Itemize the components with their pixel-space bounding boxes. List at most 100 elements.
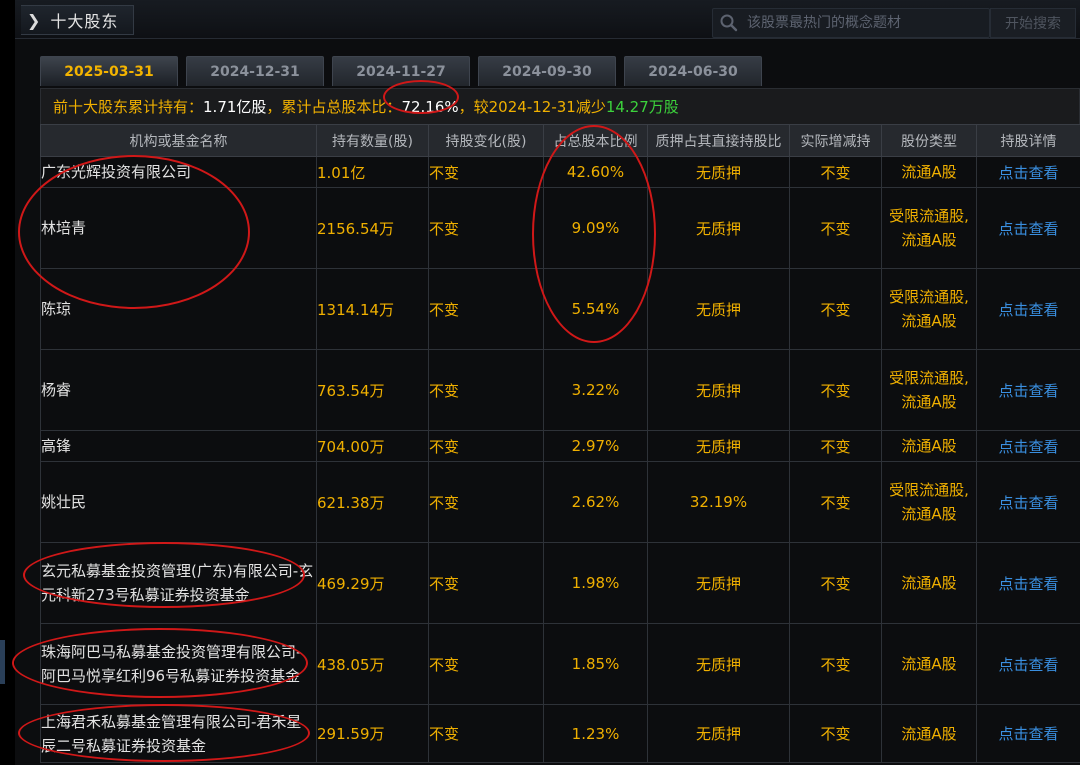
actual-change: 不变	[789, 623, 882, 705]
holder-name: 林培青	[40, 187, 317, 269]
share-ratio: 3.22%	[543, 349, 648, 431]
actual-change: 不变	[789, 268, 882, 350]
pledge-ratio: 无质押	[647, 542, 790, 624]
share-type: 流通A股	[881, 704, 977, 763]
table-row: 上海君禾私募基金管理有限公司-君禾星辰二号私募证券投资基金 291.59万 不变…	[40, 704, 1080, 763]
view-detail-link[interactable]: 点击查看	[976, 542, 1080, 624]
share-ratio: 1.23%	[543, 704, 648, 763]
holding-amount: 704.00万	[316, 430, 429, 462]
actual-change: 不变	[789, 542, 882, 624]
tab-2024-09-30[interactable]: 2024-09-30	[478, 56, 616, 86]
holder-name: 姚壮民	[40, 461, 317, 543]
holding-amount: 1.01亿	[316, 156, 429, 188]
chevron-right-icon: ❯	[27, 10, 41, 30]
view-detail-link[interactable]: 点击查看	[976, 430, 1080, 462]
view-detail-link[interactable]: 点击查看	[976, 349, 1080, 431]
holding-change: 不变	[428, 623, 544, 705]
share-type: 流通A股	[881, 156, 977, 188]
top-ten-shareholders-panel: ❯ 十大股东 开始搜索 2025-03-31 2024-12-31 2024-1…	[15, 0, 1080, 765]
concept-search-box	[712, 8, 990, 38]
pledge-ratio: 32.19%	[647, 461, 790, 543]
holding-change: 不变	[428, 187, 544, 269]
search-icon	[720, 14, 738, 32]
holding-amount: 763.54万	[316, 349, 429, 431]
pledge-ratio: 无质押	[647, 430, 790, 462]
holding-amount: 469.29万	[316, 542, 429, 624]
col-header-amount[interactable]: 持有数量(股)	[316, 124, 429, 157]
holding-change: 不变	[428, 349, 544, 431]
actual-change: 不变	[789, 430, 882, 462]
table-row: 陈琼 1314.14万 不变 5.54% 无质押 不变 受限流通股,流通A股 点…	[40, 268, 1080, 350]
holding-change: 不变	[428, 430, 544, 462]
actual-change: 不变	[789, 156, 882, 188]
view-detail-link[interactable]: 点击查看	[976, 461, 1080, 543]
col-header-name[interactable]: 机构或基金名称	[40, 124, 317, 157]
holder-name: 杨睿	[40, 349, 317, 431]
col-header-detail[interactable]: 持股详情	[976, 124, 1080, 157]
share-ratio: 42.60%	[543, 156, 648, 188]
view-detail-link[interactable]: 点击查看	[976, 623, 1080, 705]
summary-label-compare: ，较2024-12-31减少	[458, 98, 606, 116]
holding-change: 不变	[428, 461, 544, 543]
tab-2024-12-31[interactable]: 2024-12-31	[186, 56, 324, 86]
view-detail-link[interactable]: 点击查看	[976, 268, 1080, 350]
holder-name: 珠海阿巴马私募基金投资管理有限公司-阿巴马悦享红利96号私募证券投资基金	[40, 623, 317, 705]
view-detail-link[interactable]: 点击查看	[976, 187, 1080, 269]
pledge-ratio: 无质押	[647, 156, 790, 188]
summary-label-total: 前十大股东累计持有：	[53, 98, 204, 116]
pledge-ratio: 无质押	[647, 268, 790, 350]
table-row: 高锋 704.00万 不变 2.97% 无质押 不变 流通A股 点击查看	[40, 430, 1080, 462]
table-header-row: 机构或基金名称 持有数量(股) 持股变化(股) 占总股本比例 质押占其直接持股比…	[40, 124, 1080, 157]
left-edge-marker	[0, 640, 5, 684]
holder-name: 陈琼	[40, 268, 317, 350]
view-detail-link[interactable]: 点击查看	[976, 704, 1080, 763]
panel-title-tab[interactable]: ❯ 十大股东	[21, 5, 134, 35]
summary-total-held: 1.71亿股	[203, 98, 267, 116]
share-ratio: 9.09%	[543, 187, 648, 269]
share-type: 受限流通股,流通A股	[881, 268, 977, 350]
col-header-change[interactable]: 持股变化(股)	[428, 124, 544, 157]
pledge-ratio: 无质押	[647, 623, 790, 705]
tab-2024-06-30[interactable]: 2024-06-30	[624, 56, 762, 86]
holder-name: 高锋	[40, 430, 317, 462]
start-search-button[interactable]: 开始搜索	[990, 8, 1076, 38]
holding-change: 不变	[428, 268, 544, 350]
search-input[interactable]	[745, 14, 979, 32]
table-row: 姚壮民 621.38万 不变 2.62% 32.19% 不变 受限流通股,流通A…	[40, 461, 1080, 543]
share-type: 受限流通股,流通A股	[881, 187, 977, 269]
col-header-actual[interactable]: 实际增减持	[789, 124, 882, 157]
summary-ratio: 72.16%	[401, 97, 459, 116]
holding-amount: 1314.14万	[316, 268, 429, 350]
tab-2025-03-31[interactable]: 2025-03-31	[40, 56, 178, 86]
col-header-ratio[interactable]: 占总股本比例	[543, 124, 648, 157]
actual-change: 不变	[789, 461, 882, 543]
actual-change: 不变	[789, 704, 882, 763]
summary-decrease: 14.27万股	[605, 98, 679, 116]
holding-amount: 438.05万	[316, 623, 429, 705]
col-header-type[interactable]: 股份类型	[881, 124, 977, 157]
share-type: 流通A股	[881, 623, 977, 705]
actual-change: 不变	[789, 187, 882, 269]
holding-amount: 621.38万	[316, 461, 429, 543]
share-type: 受限流通股,流通A股	[881, 461, 977, 543]
panel-title: 十大股东	[50, 12, 119, 31]
share-ratio: 2.97%	[543, 430, 648, 462]
share-type: 受限流通股,流通A股	[881, 349, 977, 431]
holding-change: 不变	[428, 704, 544, 763]
shareholders-table: 机构或基金名称 持有数量(股) 持股变化(股) 占总股本比例 质押占其直接持股比…	[40, 124, 1080, 763]
share-type: 流通A股	[881, 430, 977, 462]
pledge-ratio: 无质押	[647, 349, 790, 431]
col-header-pledge[interactable]: 质押占其直接持股比	[647, 124, 790, 157]
tab-2024-11-27[interactable]: 2024-11-27	[332, 56, 470, 86]
share-ratio: 2.62%	[543, 461, 648, 543]
view-detail-link[interactable]: 点击查看	[976, 156, 1080, 188]
holding-change: 不变	[428, 156, 544, 188]
share-ratio: 5.54%	[543, 268, 648, 350]
holding-change: 不变	[428, 542, 544, 624]
actual-change: 不变	[789, 349, 882, 431]
holding-amount: 291.59万	[316, 704, 429, 763]
table-row: 林培青 2156.54万 不变 9.09% 无质押 不变 受限流通股,流通A股 …	[40, 187, 1080, 269]
pledge-ratio: 无质押	[647, 187, 790, 269]
summary-label-ratio: ，累计占总股本比：	[266, 98, 402, 116]
title-bar: ❯ 十大股东 开始搜索	[15, 0, 1080, 39]
